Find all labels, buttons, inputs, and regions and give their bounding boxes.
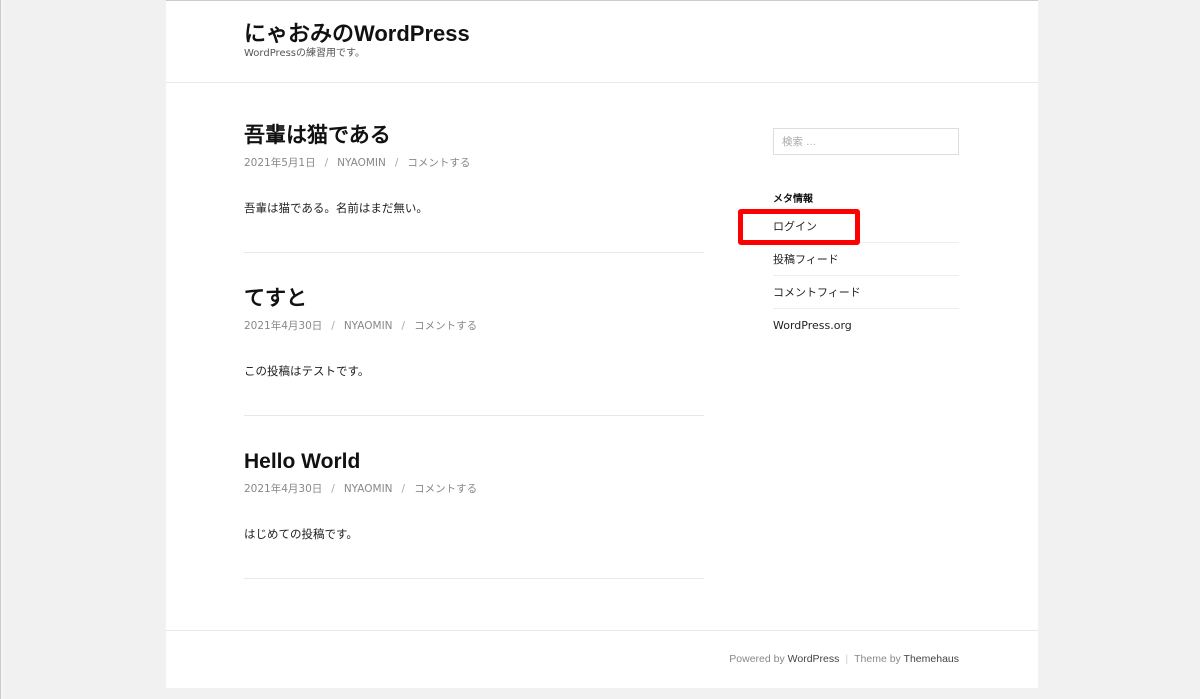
meta-separator: / (324, 157, 329, 169)
post-author[interactable]: NYAOMIN (344, 320, 393, 332)
post-content: はじめての投稿です。 (244, 527, 358, 541)
meta-links-list: ログイン 投稿フィード コメントフィード WordPress.org (773, 210, 959, 342)
post-content: この投稿はテストです。 (244, 364, 370, 378)
post-date[interactable]: 2021年4月30日 (244, 483, 322, 495)
post-divider (244, 252, 704, 253)
posts-feed-link[interactable]: 投稿フィード (773, 243, 959, 276)
post-meta: 2021年4月30日 / NYAOMIN / コメントする (244, 482, 704, 496)
post-title[interactable]: てすと (244, 285, 704, 313)
search-input[interactable] (773, 128, 959, 155)
meta-separator: / (401, 483, 406, 495)
site-footer: Powered by WordPress | Theme by Themehaus (729, 653, 959, 665)
comments-feed-link[interactable]: コメントフィード (773, 276, 959, 309)
page-container: にゃおみのWordPress WordPressの練習用です。 吾輩は猫である … (166, 0, 1038, 688)
post-meta: 2021年4月30日 / NYAOMIN / コメントする (244, 319, 704, 333)
post-meta: 2021年5月1日 / NYAOMIN / コメントする (244, 156, 704, 170)
post-article: 吾輩は猫である 2021年5月1日 / NYAOMIN / コメントする 吾輩は猫である… (244, 122, 704, 216)
login-link[interactable]: ログイン (773, 210, 959, 243)
post-date[interactable]: 2021年5月1日 (244, 157, 316, 169)
top-border (166, 0, 1038, 1)
window-edge (0, 0, 4, 699)
post-article: てすと 2021年4月30日 / NYAOMIN / コメントする この投稿はテストです… (244, 285, 704, 379)
meta-separator: / (331, 483, 335, 495)
post-title[interactable]: Hello World (244, 448, 704, 476)
post-divider (244, 415, 704, 416)
wordpress-credit-link[interactable]: WordPress (788, 653, 840, 665)
footer-powered-prefix: Powered by (729, 653, 788, 665)
meta-separator: / (394, 157, 399, 169)
wordpress-org-link[interactable]: WordPress.org (773, 309, 959, 342)
meta-separator: / (401, 320, 406, 332)
post-date[interactable]: 2021年4月30日 (244, 320, 322, 332)
footer-separator: | (845, 653, 849, 665)
post-content: 吾輩は猫である。名前はまだ無い。 (244, 201, 428, 215)
post-comment-link[interactable]: コメントする (407, 157, 470, 169)
site-description: WordPressの練習用です。 (244, 48, 366, 59)
post-title[interactable]: 吾輩は猫である (244, 122, 704, 150)
post-author[interactable]: NYAOMIN (337, 157, 386, 169)
post-author[interactable]: NYAOMIN (344, 483, 393, 495)
footer-divider (166, 630, 1038, 631)
post-comment-link[interactable]: コメントする (414, 320, 477, 332)
theme-credit-link[interactable]: Themehaus (904, 653, 959, 665)
post-divider (244, 578, 704, 579)
meta-widget-title: メタ情報 (773, 194, 813, 205)
post-comment-link[interactable]: コメントする (414, 483, 477, 495)
meta-separator: / (331, 320, 335, 332)
post-article: Hello World 2021年4月30日 / NYAOMIN / コメントする はじ… (244, 448, 704, 542)
header-divider (166, 82, 1038, 83)
footer-theme-prefix: Theme by (854, 653, 904, 665)
